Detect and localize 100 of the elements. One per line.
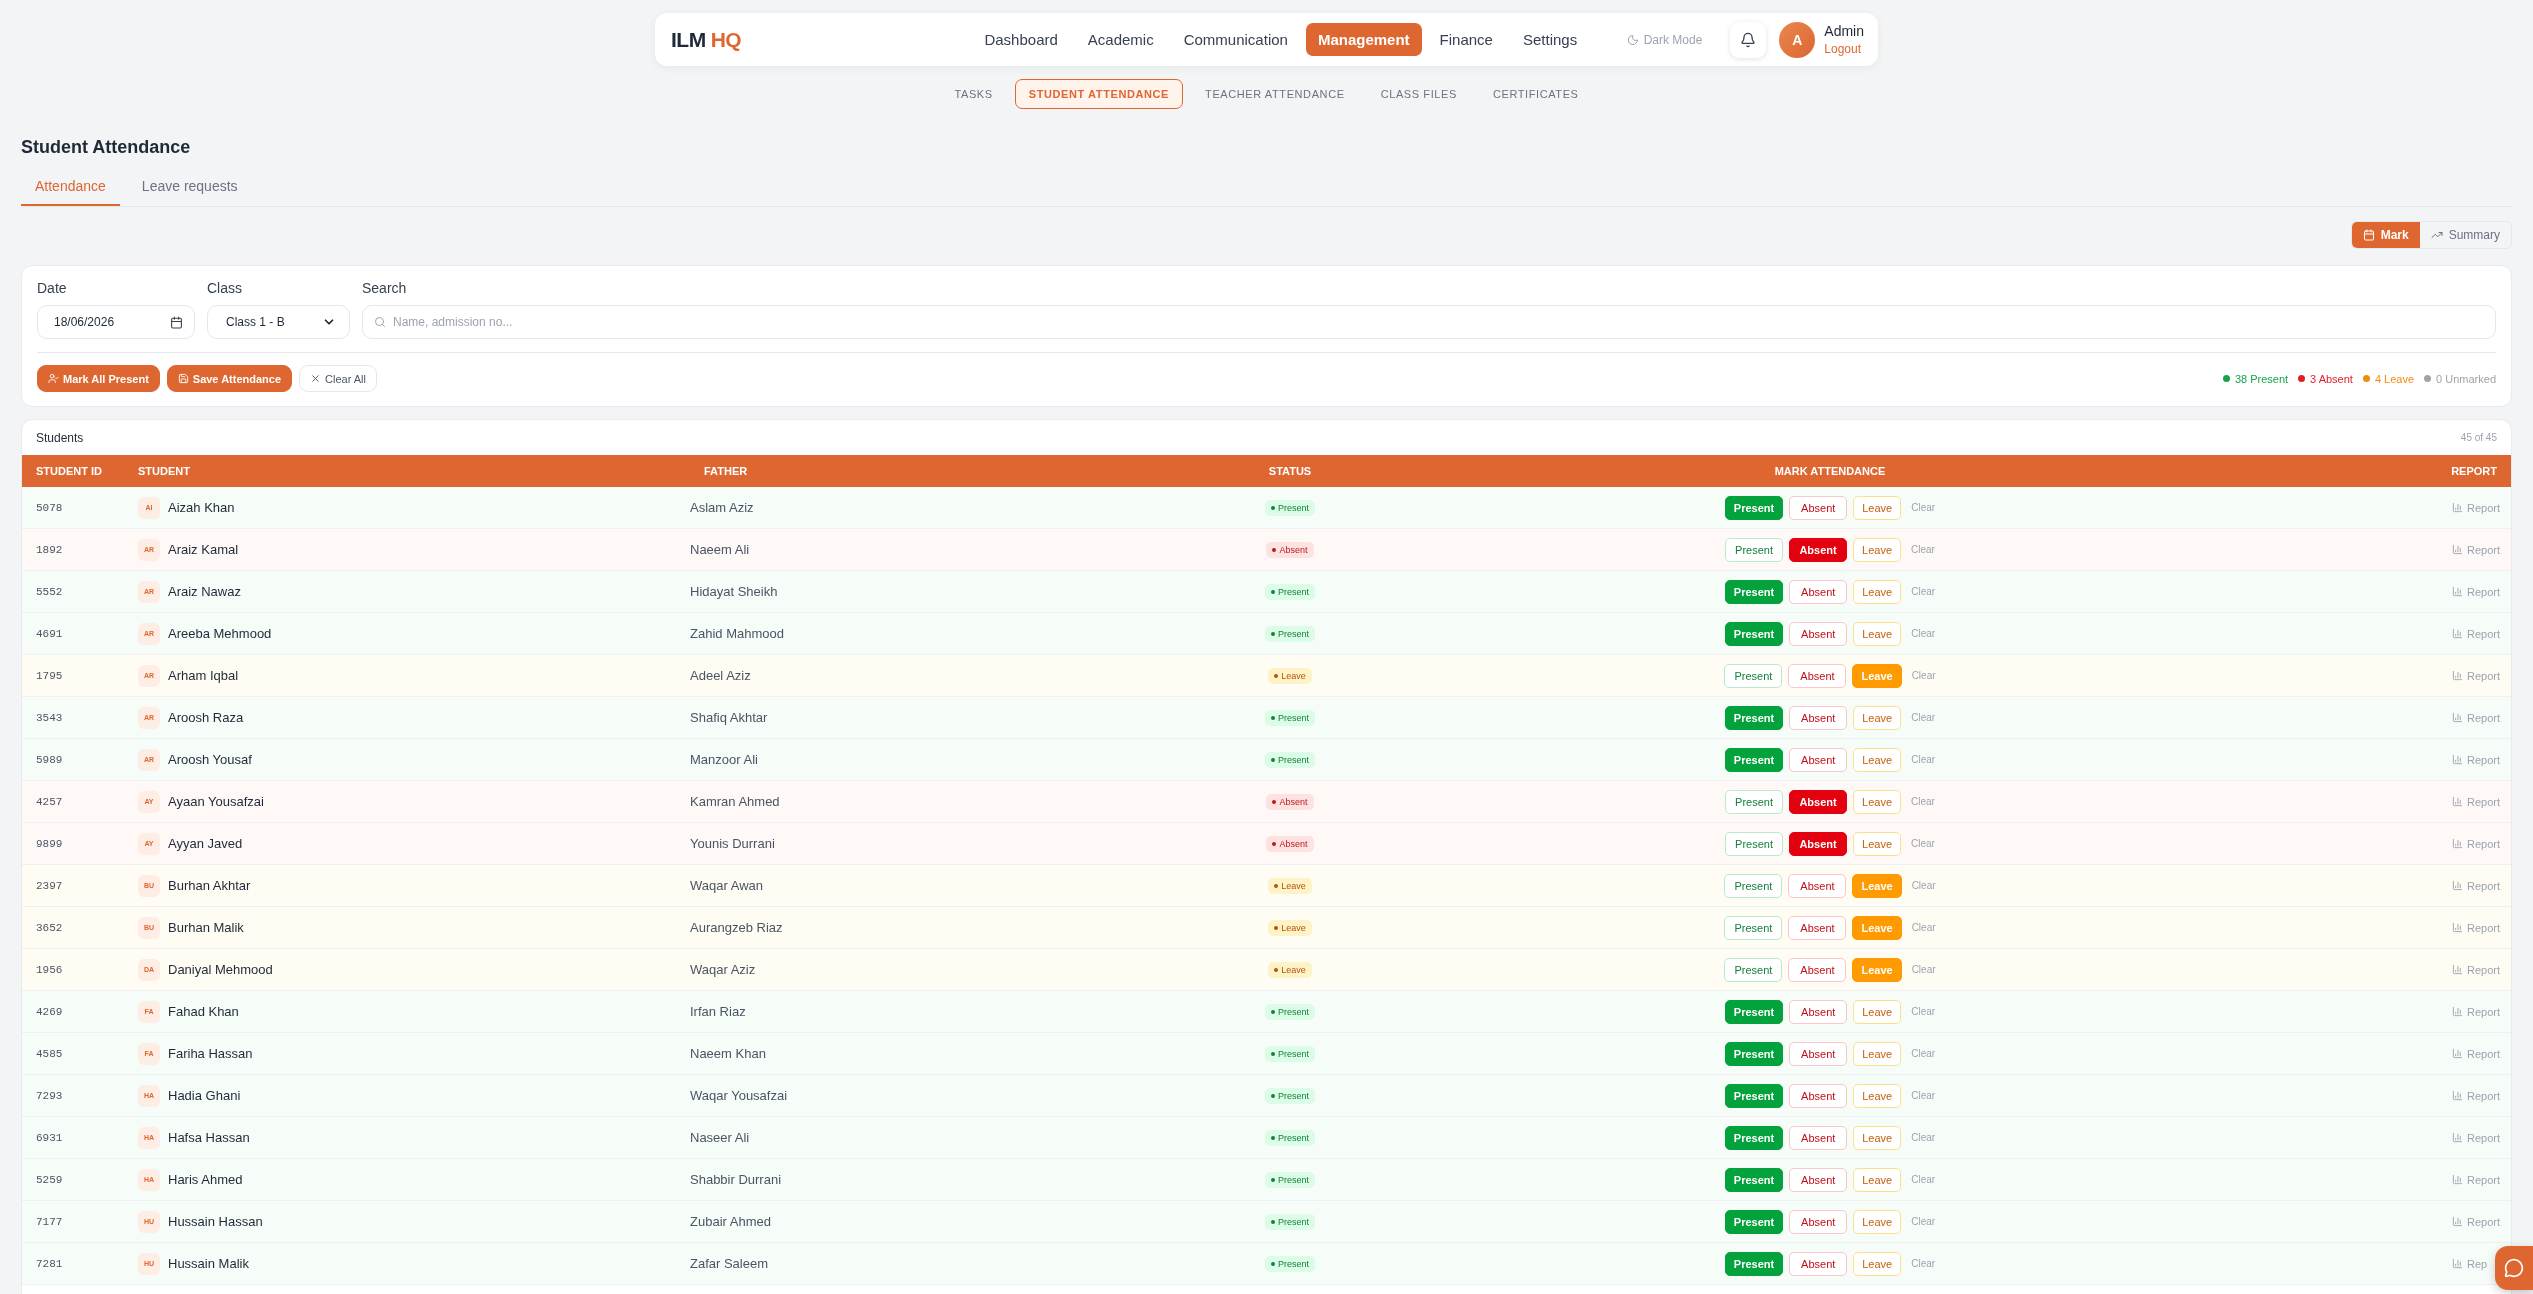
- mark-button[interactable]: Present: [1724, 1125, 1784, 1150]
- report-link[interactable]: Report: [2452, 837, 2501, 850]
- logout-link[interactable]: Logout: [1824, 42, 1864, 56]
- mark-button[interactable]: Leave: [1852, 915, 1902, 940]
- clear-link[interactable]: Clear: [1911, 880, 1936, 891]
- mark-button[interactable]: Present: [1725, 789, 1784, 814]
- clear-link[interactable]: Clear: [1911, 1174, 1936, 1185]
- mark-button[interactable]: Absent: [1788, 663, 1847, 688]
- clear-link[interactable]: Clear: [1911, 502, 1936, 513]
- clear-link[interactable]: Clear: [1911, 838, 1935, 849]
- mark-button[interactable]: Present: [1724, 579, 1784, 604]
- clear-link[interactable]: Clear: [1911, 670, 1936, 681]
- nav-menu-item[interactable]: Dashboard: [972, 23, 1070, 56]
- mark-button[interactable]: Present: [1724, 1251, 1784, 1276]
- mark-button[interactable]: Present: [1724, 1041, 1784, 1066]
- mark-button[interactable]: Absent: [1789, 621, 1848, 646]
- mark-button[interactable]: Leave: [1853, 1251, 1902, 1276]
- report-link[interactable]: Report: [2452, 795, 2501, 808]
- mark-button[interactable]: Present: [1725, 831, 1784, 856]
- clear-link[interactable]: Clear: [1911, 1132, 1936, 1143]
- clear-link[interactable]: Clear: [1911, 1048, 1936, 1059]
- report-link[interactable]: Report: [2452, 1047, 2501, 1060]
- clear-link[interactable]: Clear: [1911, 586, 1936, 597]
- mark-button[interactable]: Absent: [1789, 831, 1848, 856]
- mark-button[interactable]: Leave: [1853, 831, 1902, 856]
- mark-button[interactable]: Leave: [1853, 537, 1902, 562]
- sub-navigation-tab[interactable]: TASKS: [940, 79, 1007, 109]
- mark-button[interactable]: Leave: [1853, 1083, 1902, 1108]
- mark-button[interactable]: Present: [1724, 747, 1784, 772]
- report-link[interactable]: Report: [2452, 501, 2501, 514]
- mark-button[interactable]: Present: [1724, 957, 1783, 982]
- user-avatar[interactable]: A: [1779, 21, 1816, 58]
- clear-link[interactable]: Clear: [1911, 712, 1936, 723]
- mark-button[interactable]: Absent: [1789, 1083, 1848, 1108]
- mark-button[interactable]: Leave: [1853, 579, 1902, 604]
- sub-navigation-tab[interactable]: CERTIFICATES: [1478, 79, 1593, 109]
- report-link[interactable]: Rep: [2452, 1257, 2488, 1270]
- report-link[interactable]: Report: [2452, 669, 2501, 682]
- mark-button[interactable]: Leave: [1852, 873, 1902, 898]
- chat-button[interactable]: [2495, 1246, 2533, 1290]
- mark-button[interactable]: Leave: [1853, 705, 1902, 730]
- mark-button[interactable]: Absent: [1788, 915, 1847, 940]
- mark-button[interactable]: Leave: [1853, 1125, 1902, 1150]
- mark-button[interactable]: Absent: [1789, 579, 1848, 604]
- mark-button[interactable]: Leave: [1853, 789, 1902, 814]
- date-field[interactable]: 18/06/2026: [37, 305, 195, 339]
- clear-link[interactable]: Clear: [1911, 1006, 1936, 1017]
- mark-button[interactable]: Present: [1724, 873, 1783, 898]
- report-link[interactable]: Report: [2452, 1173, 2501, 1186]
- report-link[interactable]: Report: [2452, 1215, 2501, 1228]
- mark-button[interactable]: Leave: [1853, 747, 1902, 772]
- action-button[interactable]: Mark All Present: [37, 365, 160, 392]
- mark-button[interactable]: Absent: [1788, 957, 1847, 982]
- report-link[interactable]: Report: [2452, 1005, 2501, 1018]
- sub-navigation-tab[interactable]: TEACHER ATTENDANCE: [1191, 79, 1359, 109]
- mark-button[interactable]: Present: [1724, 1167, 1784, 1192]
- nav-menu-item[interactable]: Settings: [1510, 23, 1590, 56]
- mark-button[interactable]: Leave: [1853, 495, 1902, 520]
- report-link[interactable]: Report: [2452, 627, 2501, 640]
- mark-button[interactable]: Present: [1724, 915, 1783, 940]
- clear-link[interactable]: Clear: [1911, 544, 1935, 555]
- clear-link[interactable]: Clear: [1911, 796, 1935, 807]
- sub-navigation-tab[interactable]: CLASS FILES: [1366, 79, 1471, 109]
- mark-button[interactable]: Absent: [1789, 1041, 1848, 1066]
- report-link[interactable]: Report: [2452, 711, 2501, 724]
- report-link[interactable]: Report: [2452, 921, 2501, 934]
- mark-button[interactable]: Present: [1724, 495, 1784, 520]
- view-toggle-option[interactable]: Summary: [2419, 222, 2511, 248]
- mark-button[interactable]: Absent: [1789, 1251, 1848, 1276]
- clear-link[interactable]: Clear: [1911, 1258, 1936, 1269]
- mark-button[interactable]: Present: [1724, 999, 1784, 1024]
- report-link[interactable]: Report: [2452, 753, 2501, 766]
- page-tab[interactable]: Leave requests: [127, 172, 252, 206]
- sub-navigation-tab[interactable]: STUDENT ATTENDANCE: [1014, 79, 1184, 109]
- mark-button[interactable]: Absent: [1789, 495, 1848, 520]
- view-toggle-option[interactable]: Mark: [2351, 222, 2420, 248]
- mark-button[interactable]: Leave: [1852, 663, 1902, 688]
- mark-button[interactable]: Leave: [1852, 957, 1902, 982]
- mark-button[interactable]: Present: [1725, 537, 1784, 562]
- report-link[interactable]: Report: [2452, 585, 2501, 598]
- mark-button[interactable]: Absent: [1789, 747, 1848, 772]
- clear-link[interactable]: Clear: [1911, 922, 1936, 933]
- search-field[interactable]: Name, admission no...: [362, 305, 2496, 339]
- page-tab[interactable]: Attendance: [21, 172, 120, 206]
- mark-button[interactable]: Present: [1724, 621, 1784, 646]
- clear-link[interactable]: Clear: [1911, 964, 1936, 975]
- mark-button[interactable]: Leave: [1853, 1209, 1902, 1234]
- nav-menu-item[interactable]: Management: [1305, 23, 1422, 56]
- mark-button[interactable]: Absent: [1789, 1209, 1848, 1234]
- mark-button[interactable]: Leave: [1853, 1167, 1902, 1192]
- mark-button[interactable]: Leave: [1853, 621, 1902, 646]
- report-link[interactable]: Report: [2452, 1089, 2501, 1102]
- report-link[interactable]: Report: [2452, 1131, 2501, 1144]
- mark-button[interactable]: Leave: [1853, 1041, 1902, 1066]
- mark-button[interactable]: Absent: [1789, 537, 1848, 562]
- class-select[interactable]: Class 1 - B: [207, 305, 350, 339]
- report-link[interactable]: Report: [2452, 879, 2501, 892]
- notifications-button[interactable]: [1730, 21, 1767, 58]
- clear-link[interactable]: Clear: [1911, 754, 1936, 765]
- mark-button[interactable]: Absent: [1789, 999, 1848, 1024]
